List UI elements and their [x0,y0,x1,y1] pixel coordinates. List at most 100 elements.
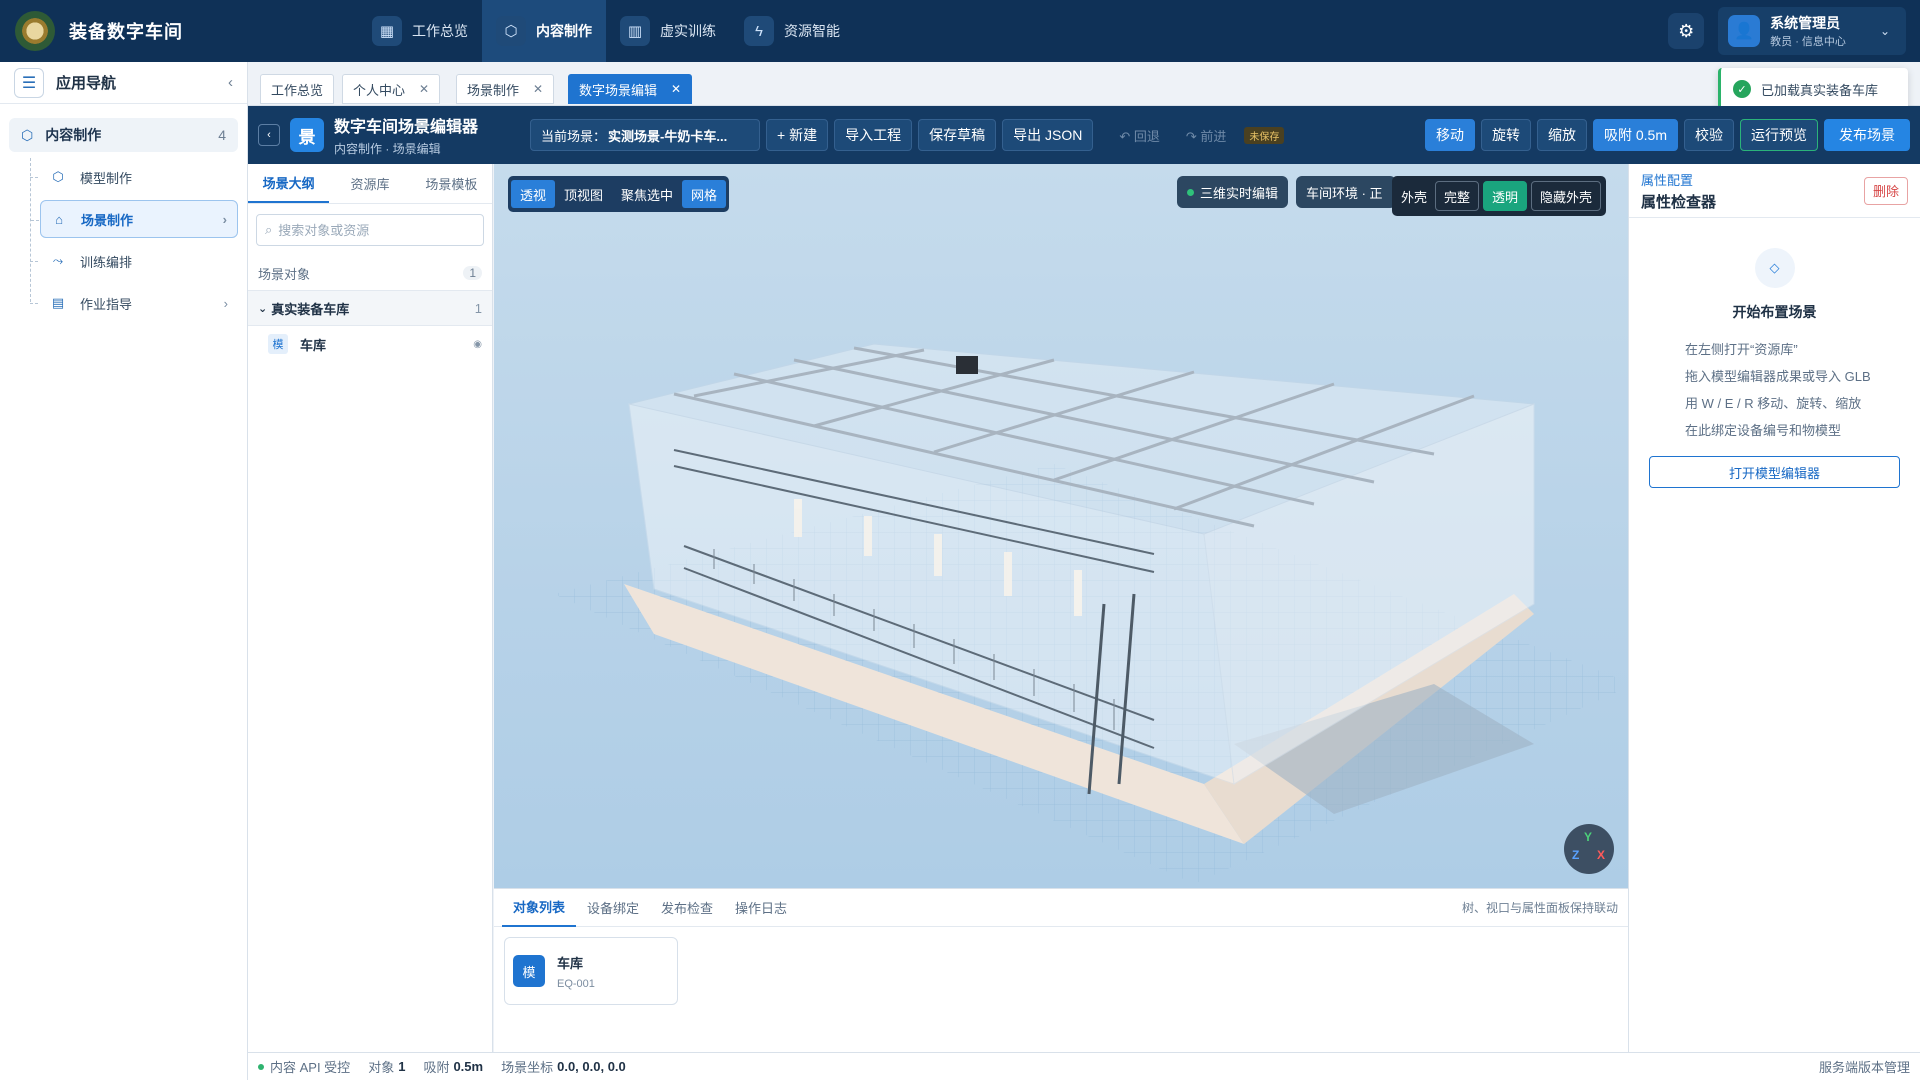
grid-toggle-button[interactable]: 网格 [682,180,727,208]
search-box: ⌕ [256,214,484,246]
topnav-label: 内容制作 [536,23,592,39]
status-dot [258,1063,264,1070]
object-card[interactable]: 模 车库 EQ-001 [504,937,678,1005]
tab-outline[interactable]: 场景大纲 [248,164,330,203]
topnav-resources[interactable]: ϟ 资源智能 [730,0,854,62]
unsaved-badge: 未保存 [1244,126,1285,144]
outline-tabs: 场景大纲 资源库 场景模板 [248,164,492,204]
version-management[interactable]: 服务端版本管理 [1819,1057,1910,1076]
sidebar-item-guide[interactable]: ▤ 作业指导 › [30,284,238,322]
object-group[interactable]: ⌄ 真实装备车库 1 [248,290,492,326]
sidebar-item-scene[interactable]: ⌂ 场景制作 › [31,200,238,238]
home-icon: ⌂ [55,211,63,227]
shell-label: 外壳 [1401,189,1428,205]
chevron-right-icon: › [223,295,228,311]
save-draft-button[interactable]: 保存草稿 [918,119,997,151]
tab-operation-log[interactable]: 操作日志 [724,889,798,927]
toast-text: 已加载真实装备车库 [1761,82,1879,98]
environment-pill[interactable]: 车间环境 · 正 [1296,176,1396,208]
top-view-button[interactable]: 顶视图 [555,180,612,208]
topnav-training[interactable]: ▥ 虚实训练 [606,0,730,62]
sidebar-item-label: 训练编排 [80,254,133,270]
new-button[interactable]: + 新建 [766,119,829,151]
top-bar: 装备数字车间 ▦ 工作总览 ⬡ 内容制作 ▥ 虚实训练 ϟ 资源智能 ⚙ 👤 系… [0,0,1920,62]
close-icon[interactable]: ✕ [671,82,681,96]
avatar: 👤 [1728,15,1761,47]
live-edit-status: 三维实时编辑 [1177,176,1289,208]
axis-z-label: Z [1572,848,1580,862]
topnav-label: 虚实训练 [660,23,716,39]
status-bar: 内容 API 受控 对象 1 吸附 0.5m 场景坐标 0.0, 0.0, 0.… [248,1052,1920,1080]
user-role: 教员 · 信息中心 [1770,36,1846,48]
snap-button[interactable]: 吸附 0.5m [1592,119,1678,151]
tab-label: 工作总览 [271,82,324,98]
tab-device-binding[interactable]: 设备绑定 [576,889,650,927]
gear-icon[interactable]: ⚙ [1668,13,1705,49]
visibility-icon[interactable]: ◉ [473,339,482,350]
tab-label: 场景制作 [467,82,520,98]
3d-viewport[interactable]: 透视 顶视图 聚焦选中 网格 三维实时编辑 车间环境 · 正 外壳 完整 透明 … [494,164,1628,888]
search-input[interactable] [278,222,459,238]
close-icon[interactable]: ✕ [419,82,429,96]
redo-button[interactable]: ↷ 前进 [1176,119,1237,151]
import-button[interactable]: 导入工程 [834,119,913,151]
sidebar-item-label: 模型制作 [80,170,133,186]
shell-transparent-button[interactable]: 透明 [1483,181,1528,211]
outline-panel: 场景大纲 资源库 场景模板 ⌕ 场景对象 1 ⌄ 真实装备车库 1 模 车库 ◉ [248,164,493,1052]
export-json-button[interactable]: 导出 JSON [1002,119,1094,151]
object-name: 车库 [300,337,327,353]
user-menu[interactable]: 👤 系统管理员 教员 · 信息中心 ⌄ [1718,7,1906,55]
step-item: 在此绑定设备编号和物模型 [1685,423,1842,438]
undo-button[interactable]: ↶ 回退 [1109,119,1170,151]
tab-object-list[interactable]: 对象列表 [502,889,577,927]
tab-publish-check[interactable]: 发布检查 [650,889,724,927]
tab-scene[interactable]: 场景制作 ✕ [456,74,555,104]
scale-button[interactable]: 缩放 [1536,119,1587,151]
tab-profile[interactable]: 个人中心 ✕ [342,74,441,104]
menu-icon[interactable]: ☰ [14,67,44,98]
sidebar-item-model[interactable]: ⬡ 模型制作 [30,158,238,196]
tab-overview[interactable]: 工作总览 [260,74,335,104]
list-item[interactable]: 模 车库 ◉ [248,326,492,362]
objects-status-label: 对象 [368,1060,395,1075]
tab-templates[interactable]: 场景模板 [411,164,492,203]
app-title: 装备数字车间 [69,22,183,42]
shell-hide-button[interactable]: 隐藏外壳 [1531,181,1602,211]
topnav-content[interactable]: ⬡ 内容制作 [482,0,606,62]
tab-label: 数字场景编辑 [579,82,658,98]
rotate-button[interactable]: 旋转 [1480,119,1531,151]
objects-count: 1 [463,266,482,280]
delete-button[interactable]: 删除 [1863,176,1908,205]
status-dot [1187,188,1194,196]
nav-group-content[interactable]: ⬡ 内容制作 4 [9,118,238,152]
coord-status-value: 0.0, 0.0, 0.0 [557,1059,626,1074]
nav-group-count: 4 [218,127,226,143]
search-icon: ⌕ [265,222,273,237]
coord-status-label: 场景坐标 [501,1060,554,1075]
axis-gizmo[interactable]: Y Z X [1564,824,1614,874]
editor-title-block: 数字车间场景编辑器 内容制作 · 场景编辑 [334,113,478,157]
tab-library[interactable]: 资源库 [329,164,410,203]
sidebar-item-training[interactable]: ⤳ 训练编排 [30,242,238,280]
validate-button[interactable]: 校验 [1684,119,1734,151]
open-model-editor-button[interactable]: 打开模型编辑器 [1649,456,1900,488]
axis-x-label: X [1597,848,1606,862]
api-status: 内容 API 受控 [270,1060,351,1075]
check-icon: ✓ [1733,80,1751,98]
close-icon[interactable]: ✕ [533,82,543,96]
collapse-icon[interactable]: ‹ [228,74,233,91]
perspective-button[interactable]: 透视 [511,180,556,208]
run-preview-button[interactable]: 运行预览 [1740,119,1818,151]
focus-selected-button[interactable]: 聚焦选中 [612,180,682,208]
step-item: 拖入模型编辑器成果或导入 GLB [1685,369,1871,384]
object-card-code: EQ-001 [557,977,595,990]
topnav-overview[interactable]: ▦ 工作总览 [358,0,482,62]
chevron-right-icon: › [222,211,227,227]
publish-button[interactable]: 发布场景 [1824,119,1910,151]
back-icon[interactable]: ‹ [258,124,280,146]
scene-selector[interactable]: 当前场景： 实测场景-牛奶卡车... [530,119,761,151]
objects-header: 场景对象 1 [248,256,492,290]
shell-full-button[interactable]: 完整 [1435,181,1480,211]
move-button[interactable]: 移动 [1424,119,1475,151]
tab-scene-editor[interactable]: 数字场景编辑 ✕ [568,74,693,104]
